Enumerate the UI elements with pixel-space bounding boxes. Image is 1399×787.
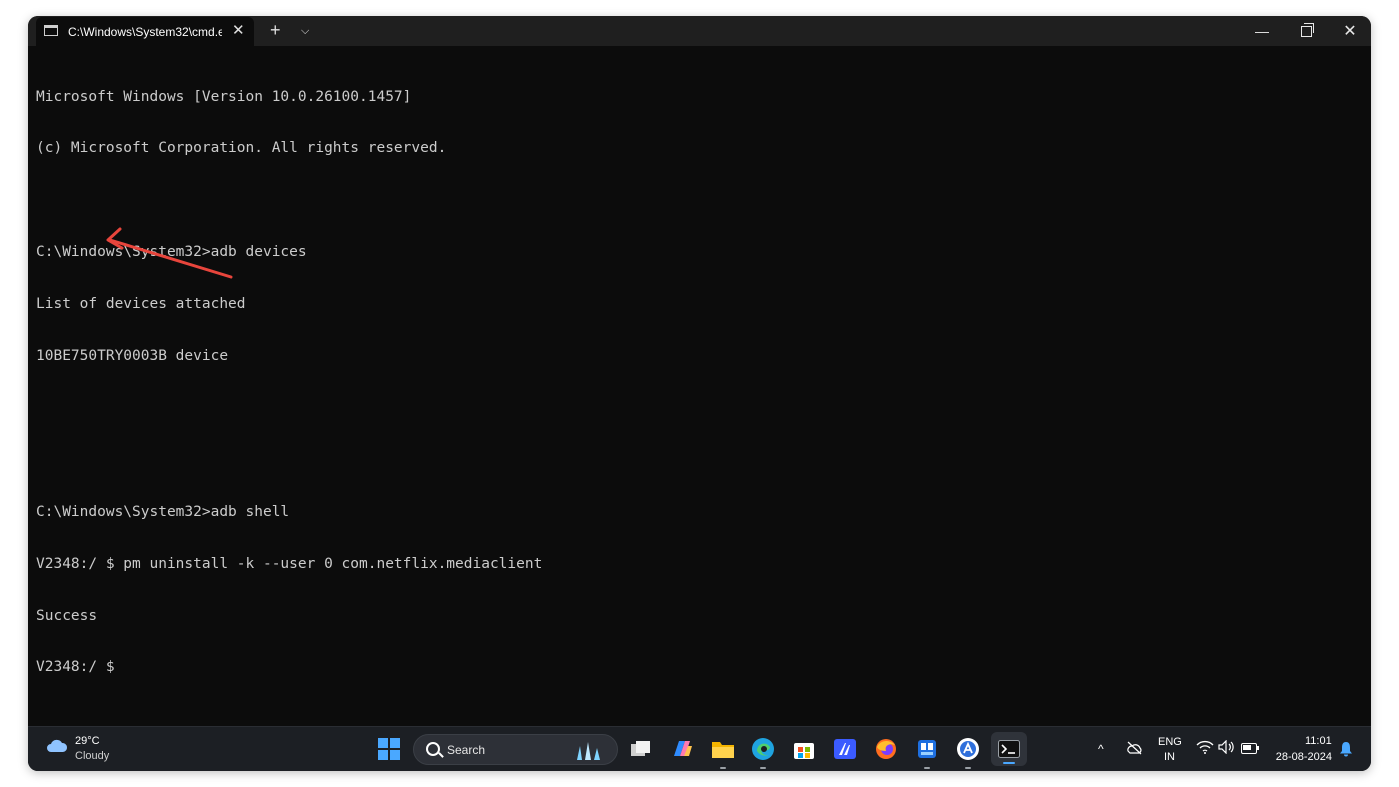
title-bar[interactable]: C:\Windows\System32\cmd.e ✕ + ⌵ — ✕: [28, 16, 1371, 46]
terminal-window: C:\Windows\System32\cmd.e ✕ + ⌵ — ✕ Micr…: [28, 16, 1371, 771]
terminal-line: (c) Microsoft Corporation. All rights re…: [36, 140, 447, 157]
terminal-output[interactable]: Microsoft Windows [Version 10.0.26100.14…: [36, 54, 542, 711]
running-indicator: [760, 767, 766, 769]
terminal-line: 10BE750TRY0003B device: [36, 348, 229, 365]
cloud-icon[interactable]: [46, 739, 68, 753]
search-box[interactable]: Search: [413, 734, 618, 765]
cmd-icon: [44, 25, 58, 36]
file-explorer-icon[interactable]: [710, 736, 736, 769]
copilot-icon[interactable]: [669, 736, 695, 762]
language-indicator[interactable]: ENG: [1158, 736, 1182, 748]
language-region[interactable]: IN: [1164, 751, 1175, 763]
show-hidden-icons-button[interactable]: ^: [1098, 742, 1104, 756]
running-indicator: [720, 767, 726, 769]
maximize-button[interactable]: [1286, 16, 1326, 46]
microsoft-store-icon[interactable]: [791, 736, 817, 762]
taskbar: 29°C Cloudy Search ^ ENG IN 11:01 28-08-…: [28, 726, 1371, 771]
wifi-icon[interactable]: [1196, 740, 1214, 754]
minimize-button[interactable]: —: [1242, 16, 1282, 46]
terminal-line: C:\Windows\System32>adb shell: [36, 503, 290, 520]
clock-time[interactable]: 11:01: [1305, 735, 1332, 747]
clock-date[interactable]: 28-08-2024: [1272, 751, 1332, 763]
terminal-line: C:\Windows\System32>adb devices: [36, 244, 307, 261]
terminal-line: List of devices attached: [36, 296, 246, 313]
active-indicator: [1003, 762, 1015, 764]
notification-bell-icon[interactable]: [1339, 741, 1353, 757]
running-indicator: [965, 767, 971, 769]
tab-dropdown-button[interactable]: ⌵: [301, 22, 309, 40]
terminal-icon[interactable]: [991, 732, 1027, 766]
weather-temperature[interactable]: 29°C: [75, 735, 100, 747]
app-store-icon[interactable]: [955, 736, 981, 769]
edge-icon[interactable]: [750, 736, 776, 769]
battery-icon[interactable]: [1241, 743, 1259, 754]
new-tab-button[interactable]: +: [270, 19, 281, 41]
network-off-icon[interactable]: [1126, 741, 1142, 755]
close-button[interactable]: ✕: [1330, 16, 1370, 46]
restore-icon: [1300, 22, 1314, 37]
prompt-line[interactable]: V2348:/ $: [36, 659, 542, 676]
task-view-icon[interactable]: [628, 736, 654, 762]
search-icon: [426, 742, 440, 756]
weather-condition[interactable]: Cloudy: [75, 750, 109, 762]
running-indicator: [924, 767, 930, 769]
terminal-line: V2348:/ $ pm uninstall -k --user 0 com.n…: [36, 555, 543, 572]
search-label: Search: [447, 743, 486, 757]
tab-cmd[interactable]: C:\Windows\System32\cmd.e ✕: [36, 17, 254, 46]
canva-icon[interactable]: [832, 736, 858, 762]
tab-title: C:\Windows\System32\cmd.e: [68, 25, 222, 39]
firefox-icon[interactable]: [873, 736, 899, 762]
success-line: Success: [36, 607, 98, 624]
tab-close-button[interactable]: ✕: [232, 21, 245, 41]
terminal-line: Microsoft Windows [Version 10.0.26100.14…: [36, 88, 412, 105]
windows-logo-icon: [378, 738, 388, 748]
system-monitor-icon[interactable]: [914, 736, 940, 769]
start-button[interactable]: [378, 738, 400, 760]
search-highlight-icon: [577, 742, 600, 760]
volume-icon[interactable]: [1218, 740, 1236, 754]
